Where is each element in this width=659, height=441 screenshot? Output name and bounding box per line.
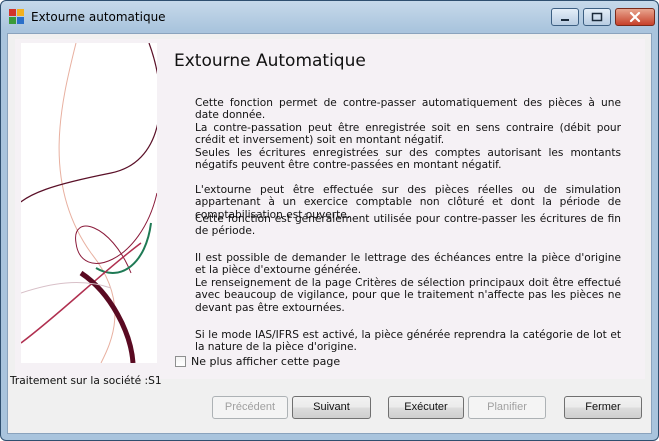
description-paragraph-1: Cette fonction permet de contre-passer a… xyxy=(195,97,621,122)
decorative-side-illustration xyxy=(21,43,157,363)
minimize-button[interactable] xyxy=(551,8,579,26)
description-paragraph-2: La contre-passation peut être enregistré… xyxy=(195,122,621,147)
dont-show-again-checkbox[interactable] xyxy=(175,356,186,367)
description-paragraph-5: Cette fonction est généralement utilisée… xyxy=(195,213,621,238)
previous-button[interactable]: Précédent xyxy=(212,396,288,419)
close-button[interactable]: Fermer xyxy=(564,396,642,419)
window-title: Extourne automatique xyxy=(31,10,166,24)
execute-button[interactable]: Exécuter xyxy=(388,396,464,419)
close-icon xyxy=(629,11,641,23)
description-paragraph-7: Le renseignement de la page Critères de … xyxy=(195,277,621,314)
maximize-icon xyxy=(591,12,603,22)
minimize-icon xyxy=(561,19,569,21)
curves-illustration-icon xyxy=(21,43,157,363)
page-title: Extourne Automatique xyxy=(174,51,366,71)
schedule-button[interactable]: Planifier xyxy=(468,396,546,419)
app-window: Extourne automatique Extourne Automatiqu… xyxy=(0,0,659,441)
description-paragraph-6: Il est possible de demander le lettrage … xyxy=(195,252,621,277)
description-paragraph-8: Si le mode IAS/IFRS est activé, la pièce… xyxy=(195,329,621,354)
company-status-text: Traitement sur la société :S1 xyxy=(10,375,162,387)
close-window-button[interactable] xyxy=(615,8,655,26)
maximize-button[interactable] xyxy=(583,8,611,26)
next-button[interactable]: Suivant xyxy=(292,396,371,419)
app-icon xyxy=(9,9,25,25)
description-paragraph-3: Seules les écritures enregistrées sur de… xyxy=(195,147,621,172)
title-bar[interactable]: Extourne automatique xyxy=(1,1,658,33)
dont-show-again-label[interactable]: Ne plus afficher cette page xyxy=(191,355,340,368)
